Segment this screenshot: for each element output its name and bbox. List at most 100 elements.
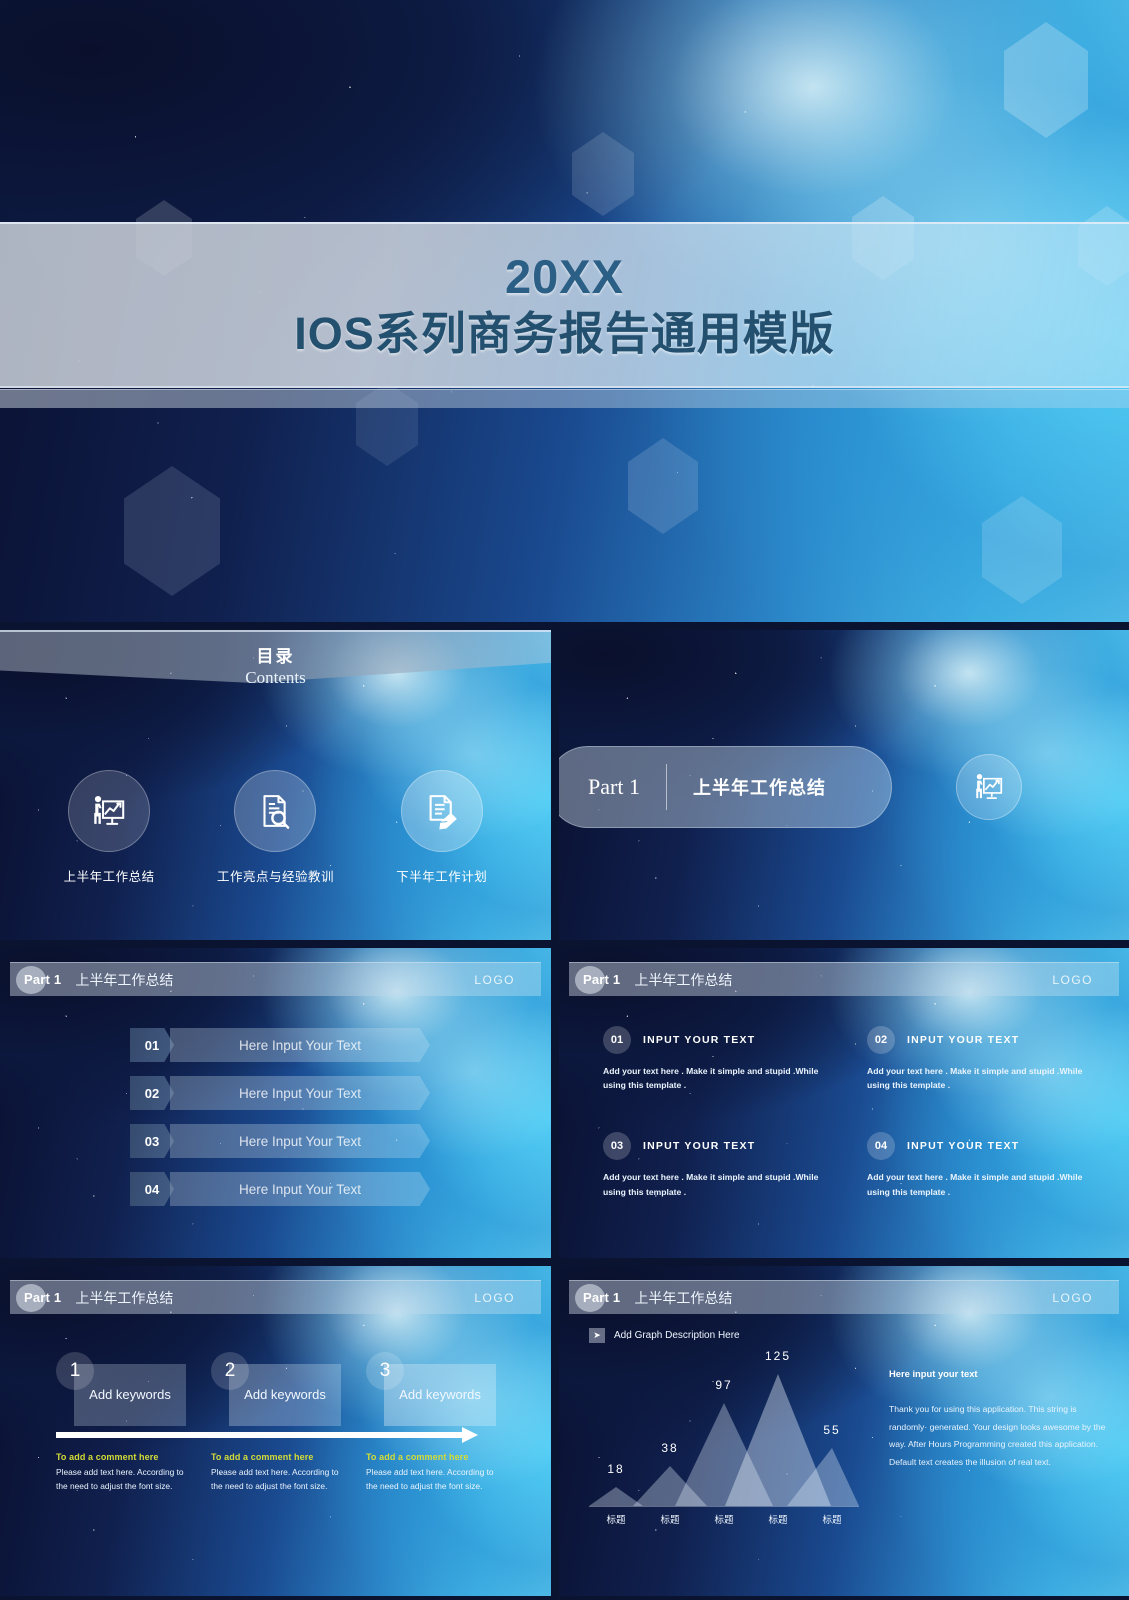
- chart-x-tick: 标题: [768, 1515, 788, 1526]
- chart-x-axis-ticks: 标题 标题 标题 标题 标题: [589, 1512, 859, 1526]
- timeline-caption-body: Please add text here. According to the n…: [366, 1467, 494, 1491]
- timeline-arrow-tip: [462, 1427, 478, 1443]
- contents-item-1[interactable]: 上半年工作总结: [34, 770, 184, 885]
- chart-value-label: 55: [823, 1423, 841, 1437]
- logo-placeholder: LOGO: [474, 1290, 515, 1305]
- contents-item-label: 下半年工作计划: [396, 870, 488, 884]
- arrow-marker-icon: ➤: [589, 1328, 605, 1343]
- list-item-number: 02: [130, 1076, 174, 1110]
- timeline-caption-title: To add a comment here: [56, 1452, 159, 1462]
- timeline-caption: To add a comment here Please add text he…: [211, 1452, 341, 1493]
- divider: [665, 764, 667, 810]
- contents-slide: 目录 Contents 上半年工作总结 工作亮点与经验教训 下半年工作计划: [0, 630, 551, 940]
- grid-cell[interactable]: 04 INPUT YOUR TEXT Add your text here . …: [867, 1132, 1103, 1198]
- chart-value-label: 97: [715, 1378, 733, 1392]
- contents-item-3[interactable]: 下半年工作计划: [367, 770, 517, 885]
- grid-cell-title: INPUT YOUR TEXT: [643, 1140, 756, 1153]
- timeline-caption: To add a comment here Please add text he…: [366, 1452, 496, 1493]
- contents-item-label: 上半年工作总结: [63, 870, 155, 884]
- section-part-number: Part 1: [588, 774, 640, 799]
- chart-sidebar-text: Here input your text Thank you for using…: [889, 1368, 1107, 1471]
- slide-header: Part 1 上半年工作总结 LOGO: [10, 962, 541, 996]
- chart-data-labels: 18 38 97 125 55: [589, 1349, 859, 1506]
- grid-cell-header: 02 INPUT YOUR TEXT: [867, 1026, 1103, 1054]
- grid-cell[interactable]: 03 INPUT YOUR TEXT Add your text here . …: [603, 1132, 839, 1198]
- timeline-caption-body: Please add text here. According to the n…: [211, 1467, 339, 1491]
- chart-sidebar-heading: Here input your text: [889, 1368, 978, 1379]
- contents-heading: 目录 Contents: [0, 642, 551, 688]
- grid-cell-header: 04 INPUT YOUR TEXT: [867, 1132, 1103, 1161]
- contents-item-label: 工作亮点与经验教训: [216, 870, 334, 884]
- chart-baseline: [589, 1506, 859, 1507]
- list-item-text: Here Input Your Text: [170, 1076, 430, 1110]
- chart-value-label: 125: [764, 1349, 792, 1363]
- chart-value-label: 38: [661, 1441, 679, 1455]
- timeline-caption-body: Please add text here. According to the n…: [56, 1467, 184, 1491]
- slide-deck: 20XX IOS系列商务报告通用模版 目录 Contents 上半年工作总结 工…: [0, 0, 1129, 1600]
- list-item-text: Here Input Your Text: [170, 1172, 430, 1206]
- presentation-chart-icon: [956, 754, 1022, 820]
- chart-slide: Part 1 上半年工作总结 LOGO ➤ Add Graph Descript…: [559, 1266, 1129, 1596]
- contents-item-row: 上半年工作总结 工作亮点与经验教训 下半年工作计划: [0, 770, 551, 885]
- header-part: Part 1: [24, 972, 62, 987]
- page-title: IOS系列商务报告通用模版: [294, 307, 835, 359]
- timeline-arrow-icon: [56, 1427, 496, 1443]
- list-item-number: 03: [130, 1124, 174, 1158]
- grid-cell[interactable]: 02 INPUT YOUR TEXT Add your text here . …: [867, 1026, 1103, 1092]
- timeline-step[interactable]: 1 Add keywords: [56, 1352, 186, 1426]
- slide-header: Part 1 上半年工作总结 LOGO: [10, 1280, 541, 1314]
- mountain-chart: 18 38 97 125 55 标题 标题 标题 标题 标题: [589, 1349, 859, 1536]
- grid-cell-body: Add your text here . Make it simple and …: [867, 1172, 1083, 1197]
- list-item[interactable]: 03 Here Input Your Text: [130, 1124, 430, 1158]
- chart-x-tick: 标题: [714, 1515, 734, 1526]
- timeline-caption-title: To add a comment here: [211, 1452, 314, 1462]
- timeline-step[interactable]: 3 Add keywords: [366, 1352, 496, 1426]
- chart-x-tick: 标题: [822, 1515, 842, 1526]
- logo-placeholder: LOGO: [474, 972, 515, 987]
- header-part: Part 1: [583, 1290, 621, 1305]
- list-item[interactable]: 04 Here Input Your Text: [130, 1172, 430, 1206]
- contents-heading-cn: 目录: [256, 647, 295, 666]
- timeline-caption: To add a comment here Please add text he…: [56, 1452, 186, 1493]
- logo-placeholder: LOGO: [1052, 972, 1093, 987]
- list-item-text: Here Input Your Text: [170, 1028, 430, 1062]
- timeline: 1 Add keywords 2 Add keywords 3 Add keyw…: [56, 1352, 496, 1493]
- grid-cell-body: Add your text here . Make it simple and …: [603, 1066, 819, 1091]
- list-item-number: 04: [130, 1172, 174, 1206]
- timeline-step-number: 2: [211, 1352, 249, 1390]
- header-subtitle: 上半年工作总结: [634, 1289, 733, 1306]
- list-item[interactable]: 02 Here Input Your Text: [130, 1076, 430, 1110]
- chart-value-label: 18: [607, 1462, 625, 1476]
- grid-cell-header: 03 INPUT YOUR TEXT: [603, 1132, 839, 1161]
- timeline-arrow-bar: [56, 1432, 464, 1438]
- presentation-chart-icon: [68, 770, 151, 852]
- timeline-caption-title: To add a comment here: [366, 1452, 469, 1462]
- timeline-step[interactable]: 2 Add keywords: [211, 1352, 341, 1426]
- contents-item-2[interactable]: 工作亮点与经验教训: [200, 770, 350, 885]
- slide-header: Part 1 上半年工作总结 LOGO: [569, 962, 1119, 996]
- title-slide: 20XX IOS系列商务报告通用模版: [0, 0, 1129, 622]
- chevron-list: 01 Here Input Your Text 02 Here Input Yo…: [130, 1028, 430, 1220]
- chart-sidebar-body: Thank you for using this application. Th…: [889, 1404, 1106, 1467]
- timeline-step-number: 3: [366, 1352, 404, 1390]
- logo-placeholder: LOGO: [1052, 1290, 1093, 1305]
- grid-cell-title: INPUT YOUR TEXT: [643, 1034, 756, 1046]
- list-item[interactable]: 01 Here Input Your Text: [130, 1028, 430, 1062]
- chart-x-tick: 标题: [660, 1515, 680, 1526]
- grid-cell-number: 03: [603, 1132, 631, 1161]
- header-subtitle: 上半年工作总结: [75, 1289, 174, 1306]
- title-banner: 20XX IOS系列商务报告通用模版: [0, 222, 1129, 408]
- grid-cell-number: 01: [603, 1026, 631, 1054]
- slide-header: Part 1 上半年工作总结 LOGO: [569, 1280, 1119, 1314]
- grid-cell[interactable]: 01 INPUT YOUR TEXT Add your text here . …: [603, 1026, 839, 1092]
- grid-cell-header: 01 INPUT YOUR TEXT: [603, 1026, 839, 1054]
- timeline-cards: 1 Add keywords 2 Add keywords 3 Add keyw…: [56, 1352, 496, 1426]
- title-year: 20XX: [505, 249, 624, 303]
- grid-container: 01 INPUT YOUR TEXT Add your text here . …: [603, 1026, 1103, 1199]
- grid-cell-number: 04: [867, 1132, 895, 1161]
- four-point-grid-slide: Part 1 上半年工作总结 LOGO 01 INPUT YOUR TEXT A…: [559, 948, 1129, 1258]
- header-subtitle: 上半年工作总结: [75, 971, 174, 988]
- timeline-captions: To add a comment here Please add text he…: [56, 1452, 496, 1493]
- grid-cell-number: 02: [867, 1026, 895, 1054]
- list-item-number: 01: [130, 1028, 174, 1062]
